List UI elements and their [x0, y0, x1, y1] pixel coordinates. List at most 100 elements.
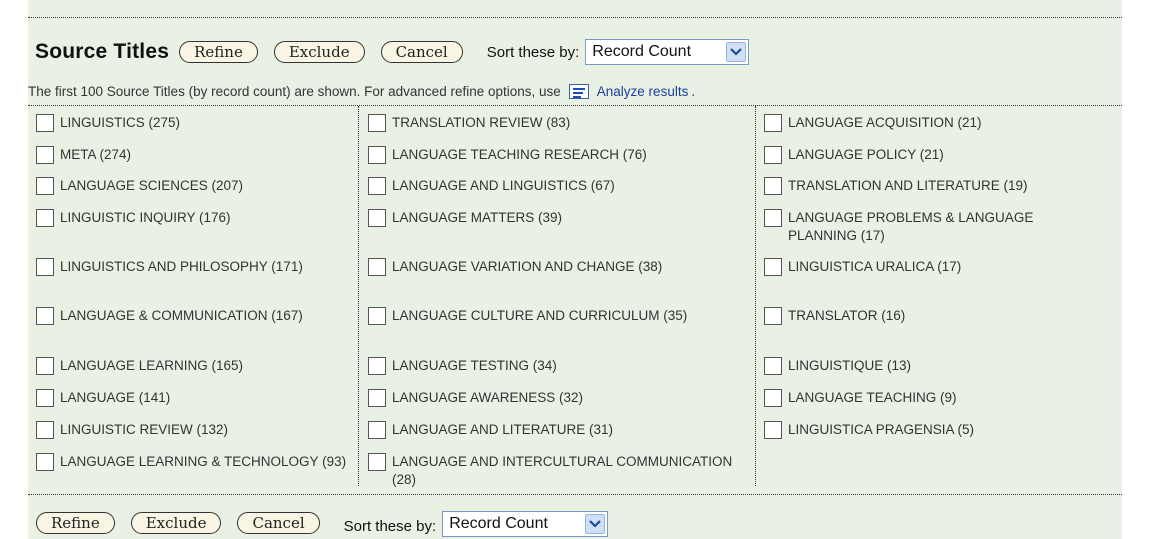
source-title-label: LANGUAGE PROBLEMS & LANGUAGE PLANNING (1…	[788, 210, 1034, 243]
source-title-option[interactable]: LINGUISTICS AND PHILOSOPHY (171)	[36, 258, 351, 276]
source-title-option[interactable]: TRANSLATION AND LITERATURE (19)	[764, 177, 1104, 195]
source-title-option[interactable]: LANGUAGE VARIATION AND CHANGE (38)	[368, 258, 748, 276]
cancel-button[interactable]: Cancel	[380, 41, 463, 63]
source-title-option[interactable]: LANGUAGE AWARENESS (32)	[368, 389, 748, 407]
source-title-checkbox[interactable]	[764, 357, 782, 375]
source-title-label: TRANSLATION AND LITERATURE (19)	[788, 178, 1028, 193]
source-title-label: LINGUISTICS (275)	[60, 115, 181, 130]
source-title-label: LANGUAGE AND INTERCULTURAL COMMUNICATION…	[392, 454, 733, 487]
source-title-checkbox[interactable]	[368, 209, 386, 227]
source-title-checkbox[interactable]	[36, 357, 54, 375]
refine-button-bottom[interactable]: Refine	[36, 512, 115, 534]
source-title-option[interactable]: LANGUAGE TEACHING RESEARCH (76)	[368, 146, 748, 164]
sort-select-value: Record Count	[592, 43, 692, 60]
grid-bottom-divider	[28, 494, 1122, 495]
source-title-checkbox[interactable]	[764, 114, 782, 132]
source-title-checkbox[interactable]	[36, 209, 54, 227]
source-title-checkbox[interactable]	[368, 307, 386, 325]
refine-button[interactable]: Refine	[179, 41, 258, 63]
chevron-down-icon[interactable]	[726, 42, 747, 62]
source-title-checkbox[interactable]	[764, 389, 782, 407]
source-title-checkbox[interactable]	[764, 421, 782, 439]
source-title-checkbox[interactable]	[368, 114, 386, 132]
source-title-option[interactable]: LANGUAGE AND INTERCULTURAL COMMUNICATION…	[368, 453, 748, 489]
source-title-checkbox[interactable]	[36, 146, 54, 164]
source-title-label: LANGUAGE POLICY (21)	[788, 147, 944, 162]
analyze-results-icon[interactable]	[568, 84, 589, 99]
source-title-checkbox[interactable]	[36, 258, 54, 276]
source-title-option[interactable]: LANGUAGE CULTURE AND CURRICULUM (35)	[368, 307, 748, 325]
source-title-label: LINGUISTICA PRAGENSIA (5)	[788, 422, 975, 437]
source-title-option[interactable]: LANGUAGE POLICY (21)	[764, 146, 1104, 164]
source-title-option[interactable]: LANGUAGE AND LITERATURE (31)	[368, 421, 748, 439]
source-title-option[interactable]: LINGUISTIC INQUIRY (176)	[36, 209, 351, 227]
source-title-checkbox[interactable]	[36, 421, 54, 439]
source-title-checkbox[interactable]	[764, 146, 782, 164]
top-divider	[28, 17, 1122, 18]
source-title-label: LANGUAGE (141)	[60, 390, 171, 405]
source-title-option[interactable]: LANGUAGE LEARNING & TECHNOLOGY (93)	[36, 453, 351, 471]
source-title-checkbox[interactable]	[764, 209, 782, 227]
source-title-option[interactable]: LANGUAGE TEACHING (9)	[764, 389, 1104, 407]
source-title-checkbox[interactable]	[368, 357, 386, 375]
source-title-checkbox[interactable]	[368, 453, 386, 471]
source-title-checkbox[interactable]	[36, 307, 54, 325]
source-title-label: TRANSLATOR (16)	[788, 308, 906, 323]
source-title-label: LANGUAGE TESTING (34)	[392, 358, 557, 373]
source-title-checkbox[interactable]	[36, 453, 54, 471]
header-bar: Source Titles Refine Exclude Cancel Sort…	[28, 38, 750, 66]
source-title-checkbox[interactable]	[36, 114, 54, 132]
source-title-option[interactable]: LINGUISTICS (275)	[36, 114, 351, 132]
source-title-checkbox[interactable]	[36, 177, 54, 195]
source-title-checkbox[interactable]	[368, 258, 386, 276]
grid-top-divider	[28, 105, 1122, 106]
source-title-label: META (274)	[60, 147, 132, 162]
source-title-option[interactable]: LINGUISTICA URALICA (17)	[764, 258, 1104, 276]
source-title-label: LINGUISTICA URALICA (17)	[788, 259, 962, 274]
source-title-label: LINGUISTICS AND PHILOSOPHY (171)	[60, 259, 303, 274]
source-title-label: LANGUAGE TEACHING (9)	[788, 390, 957, 405]
source-title-option[interactable]: TRANSLATOR (16)	[764, 307, 1104, 325]
source-title-checkbox[interactable]	[36, 389, 54, 407]
source-title-label: LANGUAGE SCIENCES (207)	[60, 178, 244, 193]
sort-select[interactable]: Record Count	[585, 39, 750, 65]
chevron-down-icon[interactable]	[585, 514, 606, 534]
source-title-checkbox[interactable]	[764, 258, 782, 276]
source-title-checkbox[interactable]	[368, 389, 386, 407]
source-title-option[interactable]: META (274)	[36, 146, 351, 164]
exclude-button-bottom[interactable]: Exclude	[130, 512, 222, 534]
sort-select-value-bottom: Record Count	[449, 515, 548, 532]
source-title-option[interactable]: LANGUAGE MATTERS (39)	[368, 209, 748, 227]
source-title-option[interactable]: LANGUAGE PROBLEMS & LANGUAGE PLANNING (1…	[764, 209, 1104, 245]
source-title-label: LANGUAGE CULTURE AND CURRICULUM (35)	[392, 308, 688, 323]
cancel-button-bottom[interactable]: Cancel	[237, 512, 320, 534]
source-title-checkbox[interactable]	[368, 177, 386, 195]
source-title-label: LANGUAGE AWARENESS (32)	[392, 390, 584, 405]
source-title-option[interactable]: LINGUISTICA PRAGENSIA (5)	[764, 421, 1104, 439]
column-separator-2	[755, 106, 756, 486]
source-title-option[interactable]: LINGUISTIQUE (13)	[764, 357, 1104, 375]
sort-select-bottom[interactable]: Record Count	[442, 511, 609, 537]
source-title-option[interactable]: LANGUAGE TESTING (34)	[368, 357, 748, 375]
source-title-checkbox[interactable]	[368, 421, 386, 439]
source-title-checkbox[interactable]	[764, 307, 782, 325]
source-title-option[interactable]: LANGUAGE (141)	[36, 389, 351, 407]
sort-label-bottom: Sort these by:	[343, 517, 437, 535]
source-title-label: LANGUAGE AND LITERATURE (31)	[392, 422, 614, 437]
info-suffix: .	[691, 84, 696, 99]
footer-bar: Refine Exclude Cancel Sort these by: Rec…	[28, 508, 609, 538]
source-title-option[interactable]: TRANSLATION REVIEW (83)	[368, 114, 748, 132]
source-title-checkbox[interactable]	[764, 177, 782, 195]
source-title-label: LANGUAGE VARIATION AND CHANGE (38)	[392, 259, 663, 274]
source-title-option[interactable]: LANGUAGE AND LINGUISTICS (67)	[368, 177, 748, 195]
source-title-option[interactable]: LANGUAGE ACQUISITION (21)	[764, 114, 1104, 132]
exclude-button[interactable]: Exclude	[273, 41, 365, 63]
section-title: Source Titles	[35, 40, 170, 63]
source-title-option[interactable]: LINGUISTIC REVIEW (132)	[36, 421, 351, 439]
source-title-checkbox[interactable]	[368, 146, 386, 164]
source-title-label: LINGUISTIC REVIEW (132)	[60, 422, 229, 437]
source-title-option[interactable]: LANGUAGE & COMMUNICATION (167)	[36, 307, 351, 325]
analyze-results-link[interactable]: Analyze results	[597, 84, 689, 99]
source-title-option[interactable]: LANGUAGE SCIENCES (207)	[36, 177, 351, 195]
source-title-option[interactable]: LANGUAGE LEARNING (165)	[36, 357, 351, 375]
